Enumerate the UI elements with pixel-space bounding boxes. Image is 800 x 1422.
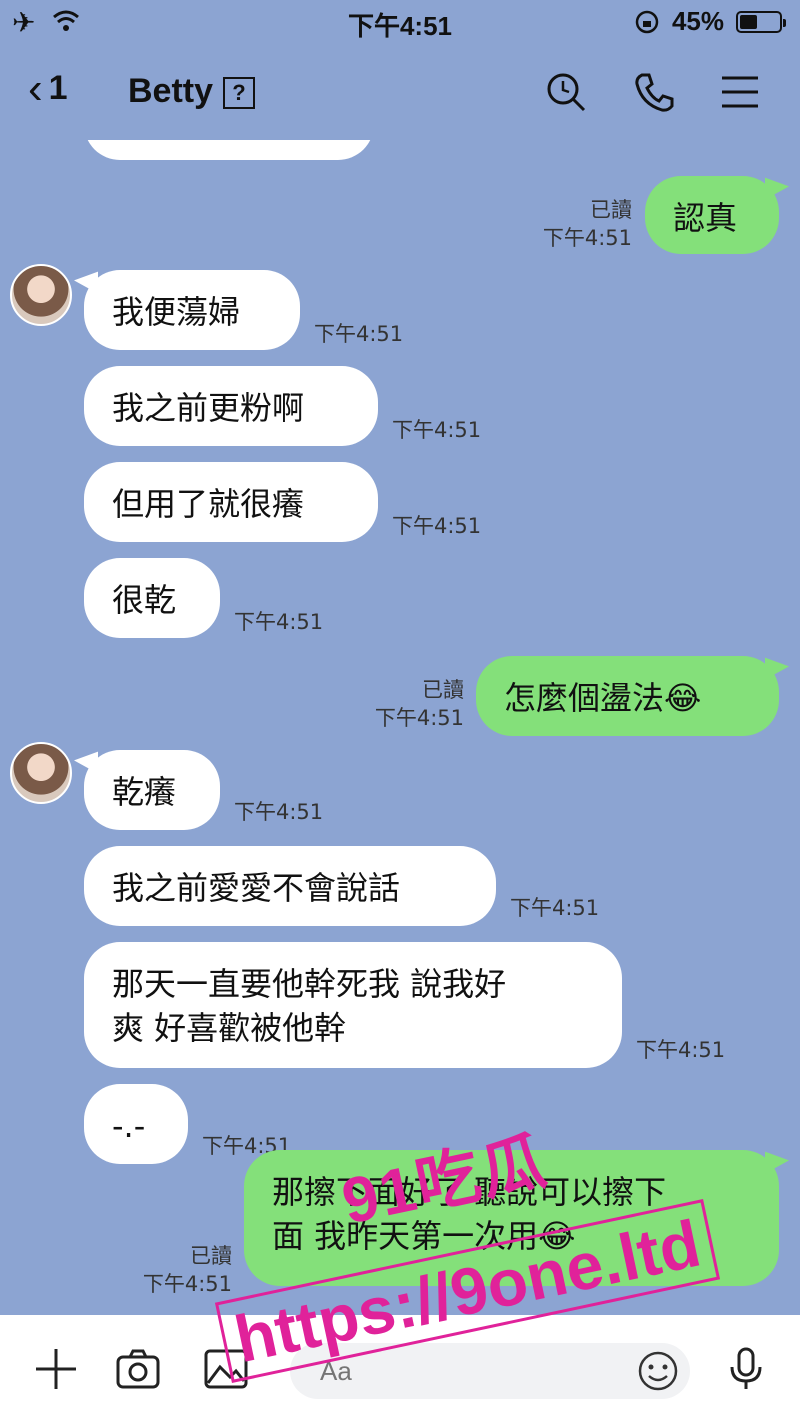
read-receipt: 已讀 [590,198,632,222]
contact-avatar[interactable] [10,742,72,804]
read-receipt: 已讀 [190,1244,232,1268]
unknown-contact-badge: ? [223,77,256,110]
message-bubble-in[interactable]: 乾癢 [84,750,220,830]
message-bubble-in[interactable]: 我便蕩婦 [84,270,300,350]
message-time: 下午4:51 [234,610,324,634]
unread-count: 1 [48,69,68,107]
message-time: 下午4:51 [510,896,600,920]
message-time: 下午4:51 [314,322,404,346]
camera-icon[interactable] [114,1345,162,1393]
message-time: 下午4:51 [392,418,482,442]
message-bubble-in[interactable]: 我之前愛愛不會說話 [84,846,496,926]
message-bubble-in[interactable]: 那天一直要他幹死我 說我好 爽 好喜歡被他幹 [84,942,622,1068]
message-bubble-in[interactable]: -.- [84,1084,188,1164]
message-time: 下午4:51 [374,706,464,730]
plus-icon[interactable] [32,1345,80,1393]
chat-header: ‹ 1 Betty? [0,50,800,140]
battery-percent: 45% [671,6,724,36]
message-bubble-out[interactable]: 認真 [645,176,779,254]
message-bubble-out[interactable]: 怎麼個盪法😂 [476,656,779,736]
message-time: 下午4:51 [142,1272,232,1296]
read-receipt: 已讀 [422,678,464,702]
phone-icon[interactable] [632,70,676,114]
message-bubble-in[interactable]: 我之前更粉啊 [84,366,378,446]
status-right: 45% [634,6,786,37]
battery-fill [740,14,758,29]
message-bubble-in[interactable]: 很乾 [84,558,220,638]
message-time: 下午4:51 [234,800,324,824]
status-bar: ✈ 下午4:51 45% [0,0,800,46]
message-time: 下午4:51 [392,514,482,538]
search-icon[interactable] [544,70,588,114]
chevron-left-icon: ‹ [28,64,43,113]
battery-icon [736,10,786,33]
rotation-lock-icon [635,10,659,33]
message-time: 下午4:51 [542,226,632,250]
menu-icon[interactable] [718,70,762,114]
message-bubble-in[interactable]: 但用了就很癢 [84,462,378,542]
partial-message-bubble [84,140,374,160]
contact-name: Betty [128,72,214,110]
chat-title: Betty? [128,72,256,111]
message-time: 下午4:51 [636,1038,726,1062]
contact-avatar[interactable] [10,264,72,326]
microphone-icon[interactable] [722,1345,770,1393]
back-button[interactable]: ‹ 1 [28,64,68,114]
emoji-icon[interactable] [636,1349,680,1393]
